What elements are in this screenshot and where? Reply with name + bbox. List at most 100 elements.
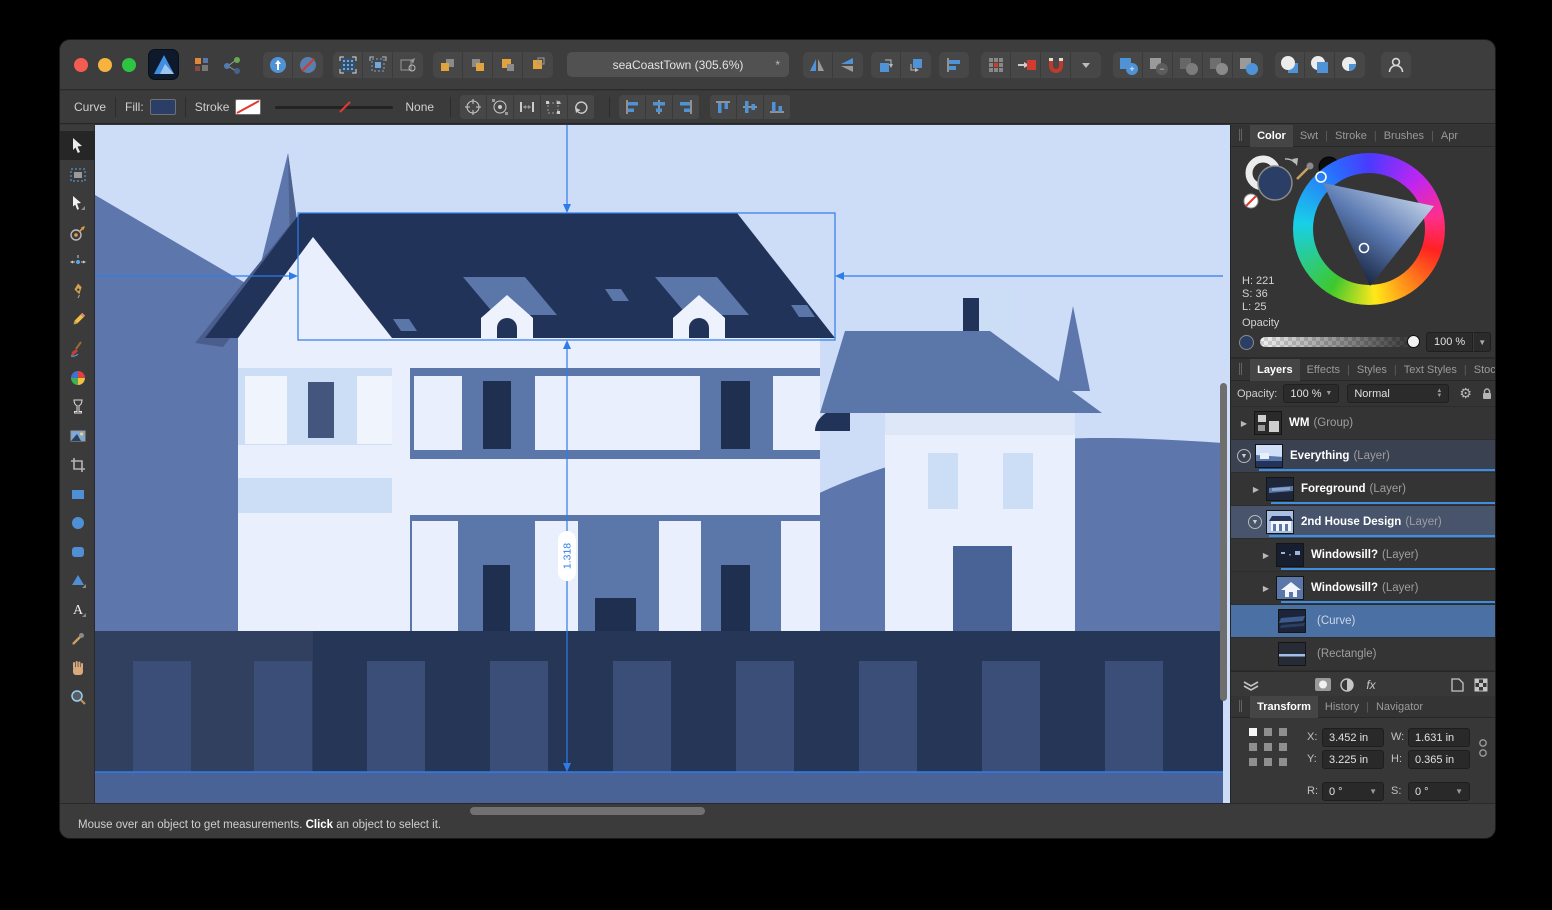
insert-behind-button[interactable] <box>433 52 463 78</box>
zoom-tool[interactable] <box>60 682 95 711</box>
opacity-value[interactable]: 100 % <box>1426 332 1473 352</box>
opacity-dropdown[interactable]: ▼ <box>1473 332 1491 352</box>
new-layer-icon[interactable] <box>1445 678 1469 692</box>
boolean-add-button[interactable]: + <box>1113 52 1143 78</box>
align-right-icon[interactable] <box>673 95 700 119</box>
export-persona-button[interactable] <box>217 52 247 78</box>
layer-row-windowsill-1[interactable]: ▶ Windowsill? (Layer) ✓ <box>1231 539 1495 572</box>
geometry-front-button[interactable] <box>1275 52 1305 78</box>
layer-row-curve-selected[interactable]: (Curve) ✓ <box>1231 605 1495 638</box>
w-input[interactable]: 1.631 in <box>1408 728 1470 747</box>
snapping-magnet-button[interactable] <box>1041 52 1071 78</box>
flip-vertical-button[interactable] <box>833 52 863 78</box>
anchor-point-selector[interactable] <box>1249 728 1287 766</box>
move-backward-button[interactable] <box>901 52 931 78</box>
fill-swatch[interactable] <box>150 99 176 115</box>
rotate-selection-icon[interactable] <box>568 95 595 119</box>
tab-swatches[interactable]: Swt <box>1293 125 1325 147</box>
adjustment-layer-icon[interactable] <box>1335 678 1359 692</box>
pencil-tool[interactable] <box>60 305 95 334</box>
align-middle-icon[interactable] <box>737 95 764 119</box>
shear-input[interactable]: 0 °▼ <box>1408 782 1470 801</box>
align-bottom-icon[interactable] <box>764 95 791 119</box>
scene-order-icon[interactable] <box>1239 679 1263 691</box>
zoom-window-button[interactable] <box>122 58 136 72</box>
minimize-window-button[interactable] <box>98 58 112 72</box>
tab-text-styles[interactable]: Text Styles <box>1397 359 1464 381</box>
align-top-icon[interactable] <box>710 95 737 119</box>
color-picker-tool[interactable] <box>60 624 95 653</box>
tab-appearance[interactable]: Apr <box>1434 125 1465 147</box>
y-input[interactable]: 3.225 in <box>1322 750 1384 769</box>
triangle-tool[interactable] <box>60 566 95 595</box>
rectangle-tool[interactable] <box>60 479 95 508</box>
h-input[interactable]: 0.365 in <box>1408 750 1470 769</box>
pixel-grid-button[interactable] <box>981 52 1011 78</box>
canvas-vertical-scrollbar[interactable] <box>1220 383 1227 701</box>
layer-row-everything[interactable]: ▼ Everything (Layer) ✓ <box>1231 440 1495 473</box>
rotation-input[interactable]: 0 °▼ <box>1322 782 1384 801</box>
transparency-tool[interactable] <box>60 392 95 421</box>
transform-mode-button[interactable] <box>393 52 423 78</box>
tab-history[interactable]: History <box>1318 696 1366 718</box>
tab-navigator[interactable]: Navigator <box>1369 696 1430 718</box>
vector-crop-tool[interactable] <box>60 450 95 479</box>
transform-origin-icon[interactable] <box>460 95 487 119</box>
delete-layer-trash-icon[interactable] <box>1493 678 1495 692</box>
layer-row-rectangle[interactable]: (Rectangle) ✓ <box>1231 638 1495 671</box>
place-image-tool[interactable] <box>60 421 95 450</box>
layer-thumbnail[interactable] <box>1276 576 1304 600</box>
layers-opacity-dropdown[interactable]: 100 %▼ <box>1283 384 1339 403</box>
text-tool[interactable]: A <box>60 595 95 624</box>
insert-replace-button[interactable] <box>523 52 553 78</box>
layer-settings-gear-icon[interactable]: ⚙ <box>1459 385 1472 402</box>
move-forward-button[interactable] <box>871 52 901 78</box>
alignment-button[interactable] <box>939 52 969 78</box>
collapse-arrow-icon[interactable]: ▼ <box>1248 515 1262 529</box>
panel-drag-handle[interactable]: ║ <box>1237 130 1245 141</box>
tab-stroke[interactable]: Stroke <box>1328 125 1374 147</box>
new-pixel-layer-icon[interactable] <box>1469 678 1493 692</box>
move-tool[interactable] <box>60 131 95 160</box>
panel-drag-handle[interactable]: ║ <box>1237 364 1245 375</box>
expand-arrow-icon[interactable]: ▶ <box>1261 584 1271 593</box>
link-dimensions-icon[interactable] <box>1478 738 1488 760</box>
expand-arrow-icon[interactable]: ▶ <box>1261 551 1271 560</box>
geometry-split-button[interactable] <box>1335 52 1365 78</box>
layer-thumbnail[interactable] <box>1278 609 1306 633</box>
stroke-style-value[interactable]: None <box>405 100 434 114</box>
tab-color[interactable]: Color <box>1250 125 1293 147</box>
color-triangle[interactable] <box>1293 153 1445 305</box>
blend-mode-dropdown[interactable]: Normal▲▼ <box>1347 384 1449 403</box>
pixel-persona-button[interactable] <box>187 52 217 78</box>
insert-ontop-button[interactable] <box>463 52 493 78</box>
opacity-slider[interactable] <box>1260 337 1418 347</box>
layer-row-wm[interactable]: ▶ WM (Group) ✓ <box>1231 407 1495 440</box>
x-input[interactable]: 3.452 in <box>1322 728 1384 747</box>
show-grid-button[interactable] <box>333 52 363 78</box>
tab-transform[interactable]: Transform <box>1250 696 1318 718</box>
layer-thumbnail[interactable] <box>1278 642 1306 666</box>
align-left-icon[interactable] <box>619 95 646 119</box>
account-button[interactable] <box>1381 52 1411 78</box>
point-transform-tool[interactable] <box>60 218 95 247</box>
vector-brush-tool[interactable] <box>60 334 95 363</box>
layer-thumbnail[interactable] <box>1266 477 1294 501</box>
artboard-tool[interactable] <box>60 160 95 189</box>
contour-tool[interactable] <box>60 247 95 276</box>
tab-styles[interactable]: Styles <box>1350 359 1394 381</box>
boolean-intersect-button[interactable] <box>1173 52 1203 78</box>
ellipse-tool[interactable] <box>60 508 95 537</box>
stroke-swatch[interactable] <box>235 99 261 115</box>
layer-row-windowsill-2[interactable]: ▶ Windowsill? (Layer) ✓ <box>1231 572 1495 605</box>
canvas-viewport[interactable]: 1.318 <box>95 125 1230 803</box>
lock-icon[interactable] <box>1480 387 1494 401</box>
snapping-dropdown-chevron[interactable] <box>1071 52 1101 78</box>
tab-brushes[interactable]: Brushes <box>1377 125 1431 147</box>
layer-thumbnail[interactable] <box>1276 543 1304 567</box>
insert-inside-button[interactable] <box>493 52 523 78</box>
flip-horizontal-button[interactable] <box>803 52 833 78</box>
mask-layer-icon[interactable] <box>1311 678 1335 691</box>
boolean-divide-button[interactable] <box>1203 52 1233 78</box>
tab-stock[interactable]: Stock <box>1467 359 1495 381</box>
